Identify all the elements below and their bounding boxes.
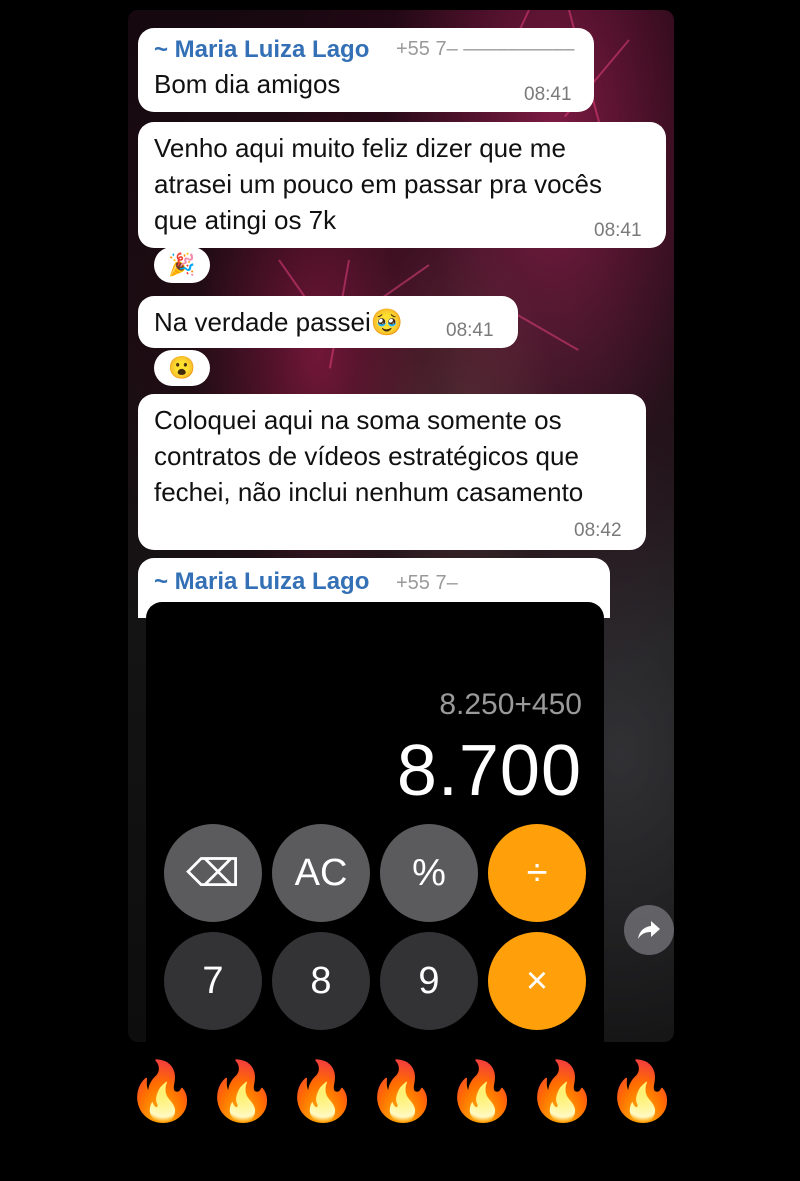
party-popper-icon: 🎉 — [168, 252, 196, 277]
message-bubble[interactable]: Na verdade passei🥹 08:41 — [138, 296, 518, 348]
ac-key: AC — [272, 824, 370, 922]
message-text: Bom dia amigos — [154, 69, 341, 99]
nine-key-label: 9 — [418, 959, 440, 1002]
eight-key: 8 — [272, 932, 370, 1030]
sender-name[interactable]: ~ Maria Luiza Lago — [154, 568, 369, 596]
message-text-line: que atingi os 7k — [154, 205, 337, 235]
multiply-key-label: × — [525, 959, 549, 1002]
message-time: 08:42 — [574, 520, 622, 541]
fire-emoji: 🔥 — [526, 1059, 599, 1124]
message-time: 08:41 — [446, 320, 494, 341]
percent-key-label: % — [412, 851, 446, 894]
nine-key: 9 — [380, 932, 478, 1030]
message-bubble[interactable]: Venho aqui muito feliz dizer que me atra… — [138, 122, 666, 248]
fire-emoji: 🔥 — [606, 1059, 679, 1124]
fire-emoji: 🔥 — [206, 1059, 279, 1124]
message-text: Na verdade passei🥹 — [154, 307, 404, 337]
message-text-line: contratos de vídeos estratégicos que — [154, 441, 579, 471]
message-text-line: Coloquei aqui na soma somente os — [154, 405, 562, 435]
sender-phone: +55 7– –––––––––– — [396, 38, 575, 60]
fire-emoji: 🔥 — [446, 1059, 519, 1124]
seven-key-label: 7 — [202, 959, 224, 1002]
fire-emoji: 🔥 — [286, 1059, 359, 1124]
sender-name[interactable]: ~ Maria Luiza Lago — [154, 36, 369, 64]
message-text-line: Venho aqui muito feliz dizer que me — [154, 133, 566, 163]
divide-key: ÷ — [488, 824, 586, 922]
sender-phone: +55 7– — [396, 572, 458, 594]
message-text-line: fechei, não inclui nenhum casamento — [154, 477, 584, 507]
calculator-result: 8.700 — [396, 731, 582, 811]
calculator-expression: 8.250+450 — [439, 688, 582, 721]
message-time: 08:41 — [594, 220, 642, 241]
message-text-line: atrasei um pouco em passar pra vocês — [154, 169, 602, 199]
ac-key-label: AC — [294, 851, 348, 894]
percent-key: % — [380, 824, 478, 922]
multiply-key: × — [488, 932, 586, 1030]
message-bubble[interactable]: Coloquei aqui na soma somente os contrat… — [138, 394, 646, 550]
message-bubble[interactable]: ~ Maria Luiza Lago +55 7– –––––––––– Bom… — [138, 28, 594, 112]
fire-emoji: 🔥 — [366, 1059, 439, 1124]
divide-key-label: ÷ — [526, 851, 548, 894]
surprised-face-icon: 😮 — [168, 355, 196, 380]
share-forward-icon — [638, 921, 660, 939]
fire-emoji: 🔥 — [126, 1059, 199, 1124]
eight-key-label: 8 — [310, 959, 332, 1002]
seven-key: 7 — [164, 932, 262, 1030]
message-time: 08:41 — [524, 84, 572, 105]
calculator-screenshot[interactable]: 8.250+450 8.700 ⌫ AC % ÷ 7 8 9 × — [146, 602, 604, 1042]
forward-button[interactable] — [624, 905, 674, 955]
reaction-badge[interactable]: 🎉 — [154, 247, 210, 283]
backspace-key: ⌫ — [164, 824, 262, 922]
reaction-badge[interactable]: 😮 — [154, 350, 210, 386]
backspace-icon: ⌫ — [186, 852, 240, 895]
